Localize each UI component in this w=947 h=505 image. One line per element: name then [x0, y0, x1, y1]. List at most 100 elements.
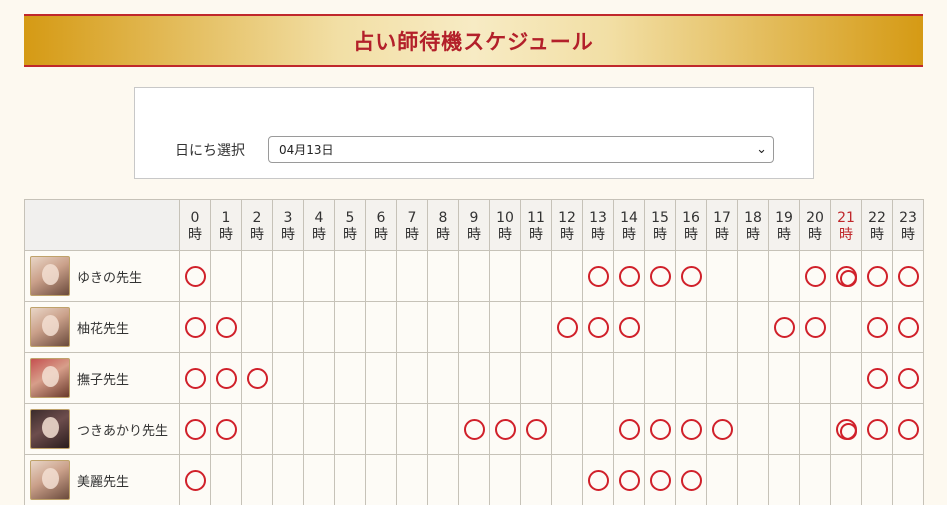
slot-cell — [241, 250, 273, 302]
fortune-teller-name[interactable]: つきあかり先生 — [77, 420, 168, 439]
schedule-body: ゆきの先生柚花先生撫子先生つきあかり先生 美麗先生 — [24, 250, 924, 505]
hour-suffix: 時 — [405, 226, 419, 243]
slot-cell — [272, 454, 304, 505]
fortune-teller-cell[interactable]: 撫子先生 — [24, 352, 180, 404]
avatar[interactable] — [30, 256, 70, 296]
fortune-teller-link[interactable]: 美麗先生 — [30, 460, 179, 500]
circle-icon — [804, 316, 826, 338]
slot-cell — [396, 403, 428, 455]
circle-icon — [649, 418, 671, 440]
slot-cell — [675, 250, 707, 302]
circle-icon — [215, 418, 237, 440]
slot-cell — [210, 403, 242, 455]
circle-icon — [246, 367, 268, 389]
fortune-teller-link[interactable]: ゆきの先生 — [30, 256, 179, 296]
hour-header-23: 23 時 — [892, 199, 924, 251]
hour-header-12: 12 時 — [551, 199, 583, 251]
slot-cell — [861, 250, 893, 302]
hour-number: 10 — [496, 209, 514, 226]
hour-suffix: 時 — [746, 226, 760, 243]
fortune-teller-cell[interactable]: ゆきの先生 — [24, 250, 180, 302]
slot-cell — [396, 250, 428, 302]
slot-cell — [768, 301, 800, 353]
fortune-teller-name[interactable]: ゆきの先生 — [77, 267, 142, 286]
hour-header-6: 6時 — [365, 199, 397, 251]
hour-suffix: 時 — [467, 226, 481, 243]
slot-cell — [799, 403, 831, 455]
hour-suffix: 時 — [622, 226, 636, 243]
slot-cell — [489, 301, 521, 353]
avatar[interactable] — [30, 307, 70, 347]
fortune-teller-cell[interactable]: 柚花先生 — [24, 301, 180, 353]
slot-cell — [613, 250, 645, 302]
slot-cell — [861, 403, 893, 455]
hour-header-13: 13 時 — [582, 199, 614, 251]
hour-suffix: 時 — [343, 226, 357, 243]
slot-cell — [892, 403, 924, 455]
slot-cell — [799, 454, 831, 505]
slot-cell — [737, 250, 769, 302]
circle-icon — [184, 316, 206, 338]
slot-cell — [830, 403, 862, 455]
hour-header-2: 2時 — [241, 199, 273, 251]
slot-cell — [241, 403, 273, 455]
slot-cell — [365, 352, 397, 404]
date-select[interactable]: 04月13日 ⌄ — [268, 136, 774, 163]
slot-cell — [706, 454, 738, 505]
hour-suffix: 時 — [808, 226, 822, 243]
fortune-teller-name[interactable]: 美麗先生 — [77, 471, 129, 490]
slot-cell — [520, 250, 552, 302]
slot-cell — [892, 352, 924, 404]
hour-suffix: 時 — [436, 226, 450, 243]
slot-cell — [365, 250, 397, 302]
slot-cell — [272, 403, 304, 455]
hour-header-15: 15 時 — [644, 199, 676, 251]
fortune-teller-link[interactable]: つきあかり先生 — [30, 409, 179, 449]
hour-suffix: 時 — [777, 226, 791, 243]
fortune-teller-cell[interactable]: つきあかり先生 — [24, 403, 180, 455]
circle-icon — [649, 469, 671, 491]
avatar[interactable] — [30, 358, 70, 398]
slot-cell — [830, 250, 862, 302]
fortune-teller-link[interactable]: 柚花先生 — [30, 307, 179, 347]
slot-cell — [675, 454, 707, 505]
slot-cell — [551, 250, 583, 302]
table-row: ゆきの先生 — [24, 250, 924, 302]
hour-number: 5 — [345, 209, 355, 226]
hour-suffix: 時 — [529, 226, 543, 243]
fortune-teller-name[interactable]: 撫子先生 — [77, 369, 129, 388]
avatar[interactable] — [30, 409, 70, 449]
circle-icon — [618, 418, 640, 440]
slot-cell — [644, 403, 676, 455]
slot-cell — [551, 301, 583, 353]
circle-icon — [897, 265, 919, 287]
slot-cell — [458, 454, 490, 505]
hour-header-0: 0時 — [179, 199, 211, 251]
hour-header-8: 8時 — [427, 199, 459, 251]
hour-number: 22 — [868, 209, 886, 226]
circle-icon — [618, 469, 640, 491]
avatar[interactable] — [30, 460, 70, 500]
hour-number: 6 — [376, 209, 386, 226]
slot-cell — [675, 352, 707, 404]
hour-header-22: 22 時 — [861, 199, 893, 251]
slot-cell — [427, 301, 459, 353]
fortune-teller-cell[interactable]: 美麗先生 — [24, 454, 180, 505]
title-banner: 占い師待機スケジュール — [24, 14, 923, 67]
hour-number: 3 — [283, 209, 293, 226]
hour-suffix: 時 — [715, 226, 729, 243]
hour-number: 2 — [252, 209, 262, 226]
slot-cell — [799, 301, 831, 353]
slot-cell — [768, 403, 800, 455]
fortune-teller-link[interactable]: 撫子先生 — [30, 358, 179, 398]
hour-header-7: 7時 — [396, 199, 428, 251]
fortune-teller-name[interactable]: 柚花先生 — [77, 318, 129, 337]
slot-cell — [892, 250, 924, 302]
circle-icon — [525, 418, 547, 440]
hour-number: 15 — [651, 209, 669, 226]
slot-cell — [179, 301, 211, 353]
circle-icon — [184, 418, 206, 440]
circle-icon — [804, 265, 826, 287]
schedule-table: 0 時 1 時 2 時 3 時 4 時 5 時 6 時 7 時 8 時 9 時 10 時 11 時 12 時 13 時 14 時 15 時 16… — [24, 199, 924, 505]
slot-cell — [520, 454, 552, 505]
